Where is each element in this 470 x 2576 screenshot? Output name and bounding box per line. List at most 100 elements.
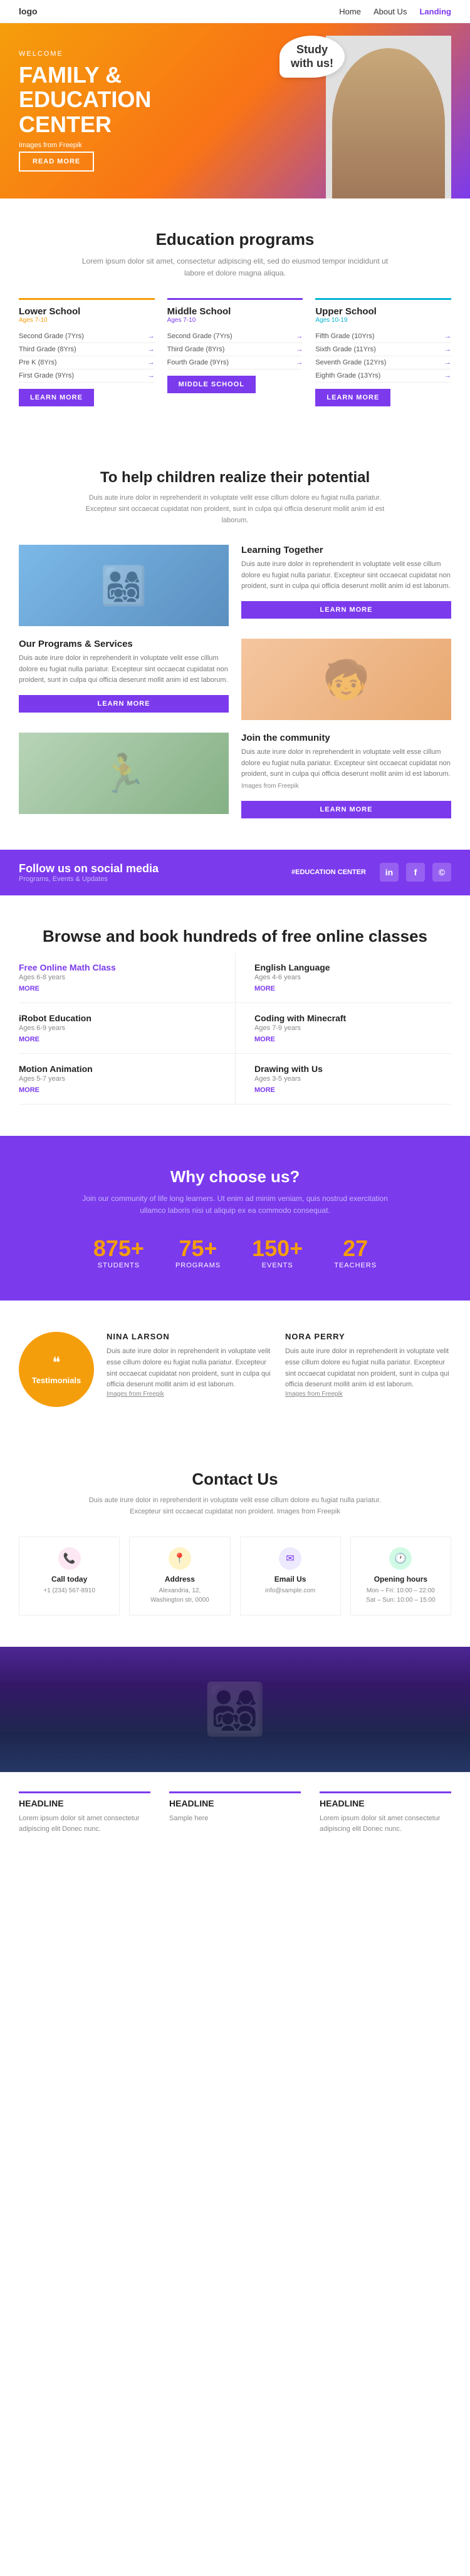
nav-landing[interactable]: Landing	[419, 7, 451, 16]
hero-sub: Images from Freepik	[19, 142, 451, 149]
testimonial-nina-text: Duis aute irure dolor in reprehenderit i…	[107, 1346, 273, 1390]
education-programs-title: Education programs	[19, 230, 451, 249]
class-math-title: Free Online Math Class	[19, 962, 216, 972]
why-choose-title: Why choose us?	[19, 1167, 451, 1187]
class-motion-more[interactable]: MORE	[19, 1086, 216, 1094]
stat-events-number: 150+	[252, 1235, 303, 1262]
nav-about[interactable]: About Us	[373, 7, 407, 16]
education-programs-sub: Lorem ipsum dolor sit amet, consectetur …	[78, 255, 392, 279]
class-minecraft-age: Ages 7-9 years	[254, 1024, 451, 1032]
community-link: Images from Freepik	[241, 783, 451, 790]
contact-card-address: 📍 Address Alexandria, 12,Washington str,…	[129, 1537, 230, 1615]
hero-content: WELCOME FAMILY &EDUCATIONCENTER Images f…	[19, 50, 451, 172]
education-programs-section: Education programs Lorem ipsum dolor sit…	[0, 198, 470, 438]
programs-services-btn[interactable]: LEARN MORE	[19, 695, 229, 713]
program-lower-title: Lower School	[19, 306, 155, 317]
phone-icon: 📞	[58, 1547, 81, 1570]
navigation: logo Home About Us Landing	[0, 0, 470, 23]
contact-email-title: Email Us	[251, 1575, 330, 1584]
programs-grid: Lower School Ages 7-10 Second Grade (7Yr…	[19, 298, 451, 406]
bottom-hero-overlay	[0, 1647, 470, 1772]
stat-students-label: STUDENTS	[93, 1262, 144, 1269]
nav-home[interactable]: Home	[339, 7, 361, 16]
program-item: Sixth Grade (11Yrs)→	[315, 343, 451, 356]
class-math-more[interactable]: MORE	[19, 985, 216, 992]
program-item: Eighth Grade (13Yrs)→	[315, 369, 451, 383]
program-middle-age: Ages 7-10	[167, 317, 303, 324]
program-lower-age: Ages 7-10	[19, 317, 155, 324]
location-icon: 📍	[169, 1547, 191, 1570]
online-classes-title: Browse and book hundreds of free online …	[19, 927, 451, 946]
hero-section: WELCOME FAMILY &EDUCATIONCENTER Images f…	[0, 23, 470, 198]
hero-cta-button[interactable]: READ MORE	[19, 152, 94, 172]
class-motion-age: Ages 5-7 years	[19, 1075, 216, 1083]
class-math-age: Ages 6-8 years	[19, 974, 216, 981]
stat-teachers-number: 27	[334, 1235, 377, 1262]
contact-call-text: +1 (234) 567-8910	[29, 1586, 109, 1595]
contact-address-title: Address	[140, 1575, 219, 1584]
facebook-icon[interactable]: f	[406, 863, 425, 882]
class-irobot-more[interactable]: MORE	[19, 1036, 216, 1043]
program-item: Fourth Grade (9Yrs)→	[167, 356, 303, 369]
footer-col-1: HEADLINE Lorem ipsum dolor sit amet cons…	[19, 1791, 150, 1835]
contact-card-call: 📞 Call today +1 (234) 567-8910	[19, 1537, 120, 1615]
class-item-math: Free Online Math Class Ages 6-8 years MO…	[19, 952, 235, 1003]
community-btn[interactable]: LEARN MORE	[241, 801, 451, 818]
stat-students-number: 875+	[93, 1235, 144, 1262]
potential-item-learning: Learning Together Duis aute irure dolor …	[241, 545, 451, 626]
email-icon: ✉	[279, 1547, 301, 1570]
potential-title: To help children realize their potential	[19, 469, 451, 487]
class-item-minecraft: Coding with Minecraft Ages 7-9 years MOR…	[235, 1003, 451, 1054]
linkedin-icon[interactable]: in	[380, 863, 399, 882]
testimonial-nina-name: NINA LARSON	[107, 1332, 273, 1341]
learn-more-upper-button[interactable]: LEARN MORE	[315, 389, 390, 406]
hero-welcome: WELCOME	[19, 50, 451, 58]
program-item: Seventh Grade (12Yrs)→	[315, 356, 451, 369]
online-classes-section: Browse and book hundreds of free online …	[0, 895, 470, 1136]
potential-grid: 👨‍👩‍👧‍👦 Learning Together Duis aute irur…	[19, 545, 451, 818]
class-drawing-title: Drawing with Us	[254, 1064, 451, 1074]
footer: HEADLINE Lorem ipsum dolor sit amet cons…	[0, 1772, 470, 1854]
testimonial-nora-text: Duis aute irure dolor in reprehenderit i…	[285, 1346, 451, 1390]
contact-title: Contact Us	[19, 1470, 451, 1489]
class-minecraft-title: Coding with Minecraft	[254, 1013, 451, 1023]
stat-programs: 75+ PROGRAMS	[175, 1235, 221, 1269]
hero-bubble: Study with us!	[279, 36, 345, 78]
footer-col-1-text: Lorem ipsum dolor sit amet consectetur a…	[19, 1813, 150, 1835]
program-item: Third Grade (8Yrs)→	[19, 343, 155, 356]
community-title: Join the community	[241, 733, 451, 743]
social-bar-right: #EDUCATION CENTER in f ©	[291, 863, 451, 882]
social-bar-title: Follow us on social media	[19, 862, 159, 875]
hero-bubble-text: Study with us!	[291, 43, 333, 70]
footer-col-3-text: Lorem ipsum dolor sit amet consectetur a…	[320, 1813, 451, 1835]
stat-teachers-label: TEACHERS	[334, 1262, 377, 1269]
social-media-bar: Follow us on social media Programs, Even…	[0, 850, 470, 895]
program-item: Second Grade (7Yrs)→	[19, 330, 155, 343]
footer-col-3-title: HEADLINE	[320, 1791, 451, 1808]
class-minecraft-more[interactable]: MORE	[254, 1036, 451, 1043]
social-hashtag: #EDUCATION CENTER	[291, 868, 366, 876]
testimonials-section: ❝ Testimonials NINA LARSON Duis aute iru…	[0, 1301, 470, 1438]
program-item: Second Grade (7Yrs)→	[167, 330, 303, 343]
testimonials-label-text: Testimonials	[32, 1376, 81, 1385]
instagram-icon[interactable]: ©	[432, 863, 451, 882]
stat-teachers: 27 TEACHERS	[334, 1235, 377, 1269]
class-item-english: English Language Ages 4-6 years MORE	[235, 952, 451, 1003]
learn-more-lower-button[interactable]: LEARN MORE	[19, 389, 94, 406]
footer-grid: HEADLINE Lorem ipsum dolor sit amet cons…	[19, 1791, 451, 1835]
class-drawing-more[interactable]: MORE	[254, 1086, 451, 1094]
testimonials-cards: NINA LARSON Duis aute irure dolor in rep…	[107, 1332, 451, 1397]
footer-col-2-text: Sample here	[169, 1813, 301, 1825]
hero-title: FAMILY &EDUCATIONCENTER	[19, 63, 451, 137]
learn-more-middle-button[interactable]: MIDDLE SCHOOL	[167, 376, 256, 393]
class-irobot-age: Ages 6-9 years	[19, 1024, 216, 1032]
contact-email-text: info@sample.com	[251, 1586, 330, 1595]
testimonial-nora-link: Images from Freepik	[285, 1391, 451, 1398]
class-motion-title: Motion Animation	[19, 1064, 216, 1074]
contact-card-hours: 🕐 Opening hours Mon – Fri: 10:00 – 22:00…	[350, 1537, 451, 1615]
program-middle-title: Middle School	[167, 306, 303, 317]
class-english-more[interactable]: MORE	[254, 985, 451, 992]
class-irobot-title: iRobot Education	[19, 1013, 216, 1023]
learning-together-title: Learning Together	[241, 545, 451, 555]
learning-together-btn[interactable]: LEARN MORE	[241, 601, 451, 619]
